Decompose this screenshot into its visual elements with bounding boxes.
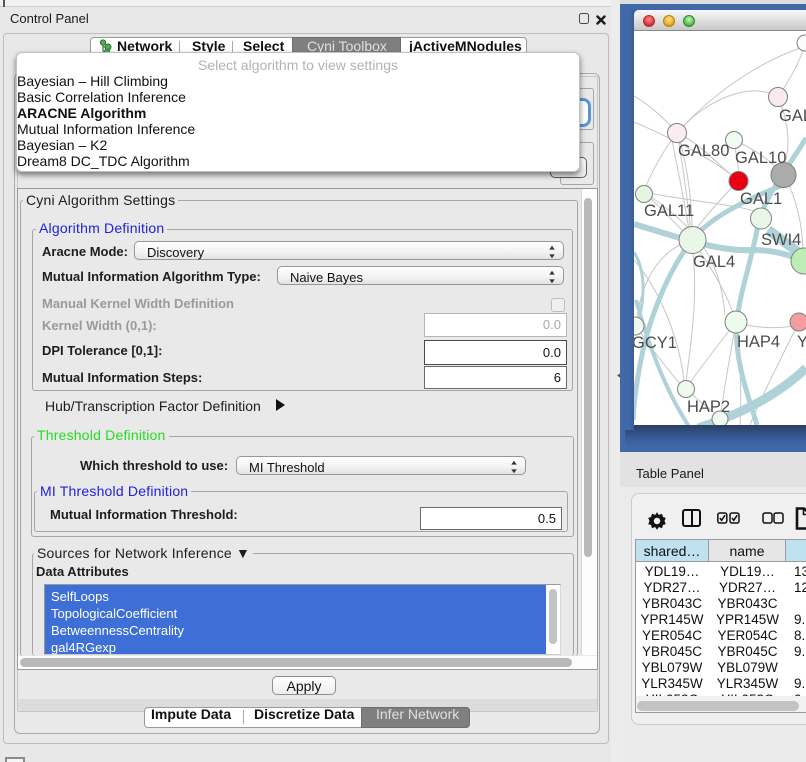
- svg-text:GAL1: GAL1: [740, 190, 782, 208]
- svg-text:GAL: GAL: [779, 107, 806, 125]
- svg-text:HAP4: HAP4: [737, 333, 780, 351]
- svg-text:GCY1: GCY1: [634, 334, 677, 352]
- svg-text:Y: Y: [797, 333, 806, 351]
- svg-text:HAP2: HAP2: [687, 398, 730, 416]
- svg-text:SWI4: SWI4: [761, 231, 801, 249]
- svg-text:GAL11: GAL11: [644, 202, 694, 220]
- svg-text:GAL10: GAL10: [735, 149, 786, 167]
- svg-text:GAL80: GAL80: [678, 142, 729, 160]
- svg-text:GAL4: GAL4: [693, 253, 735, 271]
